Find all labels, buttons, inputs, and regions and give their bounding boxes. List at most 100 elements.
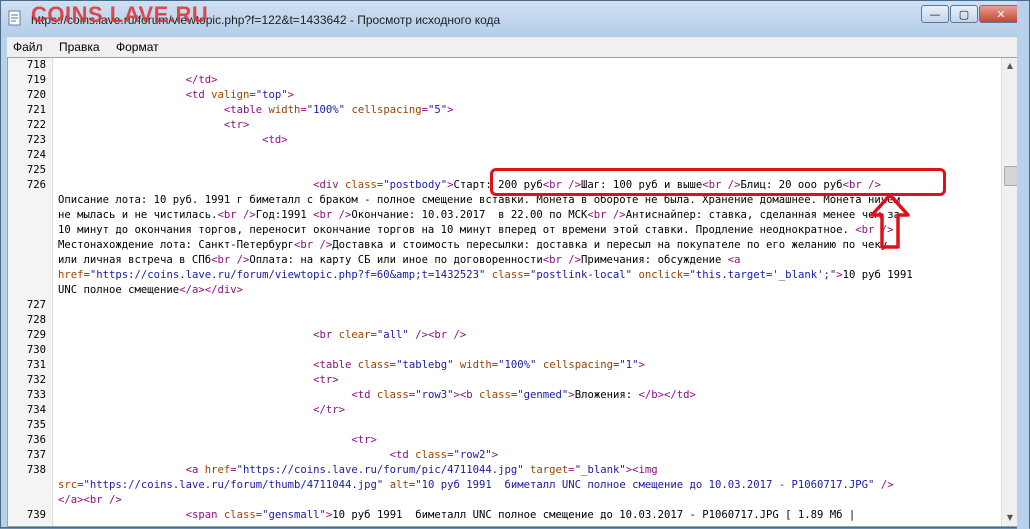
code-line: 733 <td class="row3"><b class="genmed">В… bbox=[8, 388, 1004, 403]
vertical-scrollbar[interactable]: ▲ ▼ bbox=[1001, 58, 1018, 526]
line-code: <td valign="top"> bbox=[58, 88, 294, 103]
code-token: alt bbox=[389, 479, 409, 491]
line-code: <tr> bbox=[58, 373, 339, 388]
code-line: href="https://coins.lave.ru/forum/viewto… bbox=[8, 268, 1004, 283]
code-token: 10 минут до окончания торгов, переносит … bbox=[58, 224, 856, 236]
line-code: <table width="100%" cellspacing="5"> bbox=[58, 103, 454, 118]
line-number: 724 bbox=[26, 149, 46, 161]
line-code: <td class="row2"> bbox=[58, 448, 498, 463]
menu-edit[interactable]: Правка bbox=[53, 37, 106, 57]
code-token: <br /> bbox=[587, 209, 626, 221]
line-number: 722 bbox=[26, 119, 46, 131]
code-token: UNC полное смещение bbox=[58, 284, 180, 296]
menu-format[interactable]: Формат bbox=[110, 37, 165, 57]
code-token: clear bbox=[338, 329, 371, 341]
code-token: <a bbox=[185, 464, 205, 476]
line-number: 726 bbox=[26, 179, 46, 191]
code-line: UNC полное смещение</a></div> bbox=[8, 283, 1004, 298]
code-token: > bbox=[491, 449, 499, 461]
code-token: ><b bbox=[453, 389, 479, 401]
source-editor[interactable]: 718 719 </td> 720 <td valign="top"> 721 <ta… bbox=[7, 57, 1019, 527]
code-token: class bbox=[345, 179, 377, 191]
code-token: ><img bbox=[625, 464, 658, 476]
line-number: 729 bbox=[26, 329, 46, 341]
code-line: 722 <tr> bbox=[8, 118, 1004, 133]
code-token: Примечания: обсуждение bbox=[581, 254, 728, 266]
code-token: </a><br /> bbox=[58, 494, 122, 506]
code-token: "100%" bbox=[498, 359, 537, 371]
code-line: src="https://coins.lave.ru/forum/thumb/4… bbox=[8, 478, 1004, 493]
code-token: <td bbox=[185, 89, 212, 101]
code-token: <br /> bbox=[217, 209, 256, 221]
code-token: cellspacing bbox=[351, 104, 422, 116]
code-token: <br /> bbox=[313, 209, 352, 221]
code-token: </b></td> bbox=[638, 389, 696, 401]
code-lines: 718 719 </td> 720 <td valign="top"> 721 <ta… bbox=[8, 58, 1004, 523]
line-code: <td> bbox=[58, 133, 288, 148]
code-token: class bbox=[491, 269, 524, 281]
scroll-up-icon[interactable]: ▲ bbox=[1003, 59, 1017, 73]
code-token: </a></div> bbox=[179, 284, 243, 296]
code-token: cellspacing bbox=[542, 359, 613, 371]
code-line: 724 bbox=[8, 148, 1004, 163]
code-token: class bbox=[357, 359, 390, 371]
line-code: src="https://coins.lave.ru/forum/thumb/4… bbox=[58, 478, 894, 493]
code-line: 738 <a href="https://coins.lave.ru/forum… bbox=[8, 463, 1004, 478]
code-token: target bbox=[530, 464, 569, 476]
code-token: не мылась и не чистилась. bbox=[58, 209, 218, 221]
line-code: <tr> bbox=[58, 433, 377, 448]
code-token: width bbox=[268, 104, 301, 116]
maximize-button[interactable]: ▢ bbox=[950, 5, 978, 23]
code-token: Доставка и стоимость пересылки: доставка… bbox=[332, 239, 888, 251]
code-token: Местонахождение лота: Санкт-Петербург bbox=[58, 239, 294, 251]
line-number: 725 bbox=[26, 164, 46, 176]
code-line: </a><br /> bbox=[8, 493, 1004, 508]
scrollbar-thumb[interactable] bbox=[1004, 166, 1018, 186]
code-token: "tablebg" bbox=[396, 359, 454, 371]
line-code: или личная встреча в СПб<br />Оплата: на… bbox=[58, 253, 741, 268]
code-line: 737 <td class="row2"> bbox=[8, 448, 1004, 463]
minimize-button[interactable]: — bbox=[921, 5, 949, 23]
line-code: <table class="tablebg" width="100%" cell… bbox=[58, 358, 645, 373]
code-token: <tr> bbox=[223, 119, 250, 131]
code-token: 10 руб 1991 биметалл UNC полное смещение… bbox=[332, 509, 856, 521]
code-line: 719 </td> bbox=[8, 73, 1004, 88]
code-token: <a bbox=[727, 254, 741, 266]
line-number: 723 bbox=[26, 134, 46, 146]
line-number: 737 bbox=[26, 449, 46, 461]
code-token: "row2" bbox=[453, 449, 492, 461]
title-bar[interactable]: https://coins.lave.ru/forum/viewtopic.ph… bbox=[1, 1, 1029, 37]
line-number: 734 bbox=[26, 404, 46, 416]
line-number: 738 bbox=[26, 464, 46, 476]
scroll-down-icon[interactable]: ▼ bbox=[1003, 511, 1017, 525]
code-token: "100%" bbox=[306, 104, 346, 116]
line-number: 736 bbox=[26, 434, 46, 446]
line-code: href="https://coins.lave.ru/forum/viewto… bbox=[58, 268, 913, 283]
menu-file[interactable]: Файл bbox=[7, 37, 49, 57]
code-line: 730 bbox=[8, 343, 1004, 358]
code-token: "this.target='_blank';" bbox=[689, 269, 837, 281]
code-line: 718 bbox=[8, 58, 1004, 73]
line-code: не мылась и не чистилась.<br />Год:1991 … bbox=[58, 208, 900, 223]
menu-bar: Файл Правка Формат bbox=[7, 37, 1019, 58]
line-code: <span class="gensmall">10 руб 1991 бимет… bbox=[58, 508, 856, 523]
line-code: 10 минут до окончания торгов, переносит … bbox=[58, 223, 894, 238]
line-number: 718 bbox=[26, 59, 46, 71]
code-token: "_blank" bbox=[574, 464, 626, 476]
line-number: 719 bbox=[26, 74, 46, 86]
code-token: "https://coins.lave.ru/forum/pic/4711044… bbox=[236, 464, 524, 476]
code-line: 739 <span class="gensmall">10 руб 1991 б… bbox=[8, 508, 1004, 523]
code-line: Местонахождение лота: Санкт-Петербург<br… bbox=[8, 238, 1004, 253]
code-line: 729 <br clear="all" /><br /> bbox=[8, 328, 1004, 343]
line-number: 728 bbox=[26, 314, 46, 326]
code-line: 734 </tr> bbox=[8, 403, 1004, 418]
line-code: <a href="https://coins.lave.ru/forum/pic… bbox=[58, 463, 658, 478]
code-token: <br bbox=[313, 329, 339, 341]
annotation-up-arrow-icon bbox=[870, 193, 910, 249]
code-token: <table bbox=[313, 359, 358, 371]
